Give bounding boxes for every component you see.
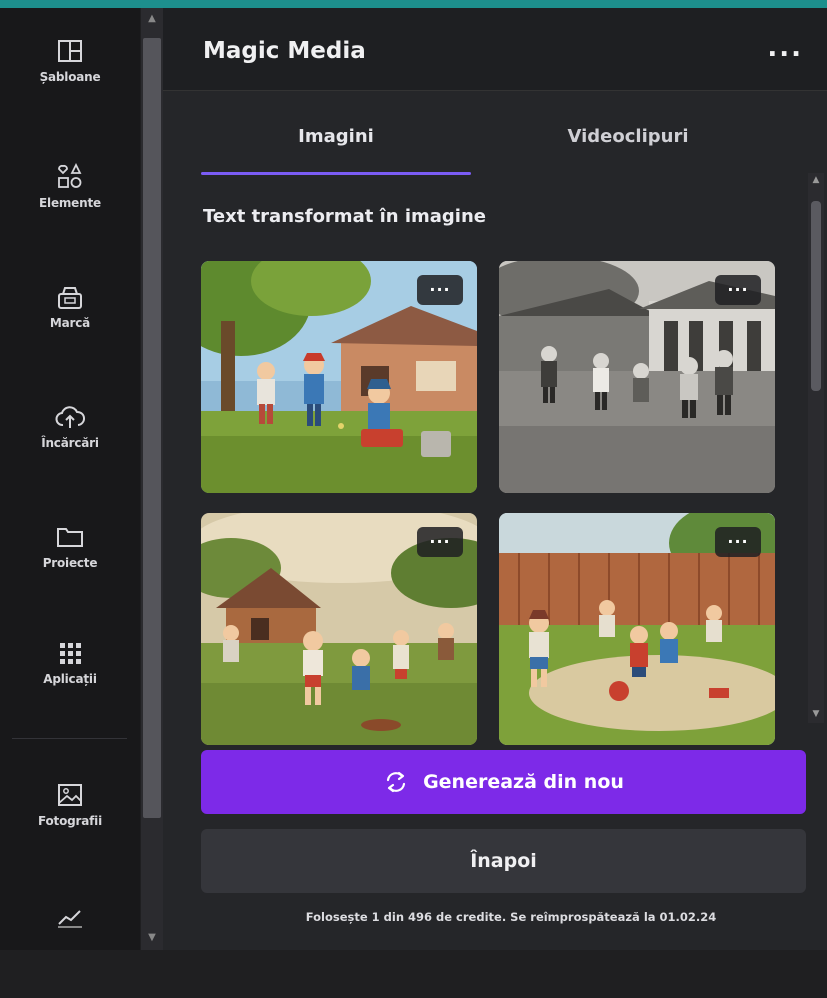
image-options-button[interactable]: ... bbox=[417, 275, 463, 305]
upload-cloud-icon bbox=[55, 406, 85, 428]
sidebar-item-label: Șabloane bbox=[39, 70, 101, 84]
regenerate-label: Generează din nou bbox=[423, 771, 624, 793]
sidebar-item-photos[interactable]: Fotografii bbox=[0, 778, 140, 878]
refresh-icon bbox=[386, 771, 406, 793]
photo-icon bbox=[58, 784, 82, 806]
tab-images[interactable]: Imagini bbox=[201, 126, 471, 147]
magic-media-panel: Magic Media ... Imagini Videoclipuri Tex… bbox=[163, 8, 827, 950]
results-scrollbar-thumb[interactable] bbox=[811, 201, 821, 391]
panel-header: Magic Media ... bbox=[163, 8, 827, 91]
sidebar-item-templates[interactable]: Șabloane bbox=[0, 34, 140, 134]
sidebar-item-uploads[interactable]: Încărcări bbox=[0, 400, 140, 500]
sidebar-item-apps[interactable]: Aplicații bbox=[0, 636, 140, 736]
elements-icon bbox=[58, 162, 82, 188]
scroll-up-arrow-icon[interactable]: ▲ bbox=[146, 14, 158, 24]
more-options-button[interactable]: ... bbox=[767, 35, 803, 61]
sidebar-item-label: Încărcări bbox=[41, 436, 99, 450]
generated-image-4[interactable]: ... bbox=[499, 513, 775, 745]
sidebar-divider bbox=[12, 738, 127, 739]
tab-videos[interactable]: Videoclipuri bbox=[493, 126, 763, 147]
folder-icon bbox=[57, 528, 83, 547]
section-title: Text transformat în imagine bbox=[203, 206, 486, 227]
image-options-button[interactable]: ... bbox=[715, 527, 761, 557]
brand-icon bbox=[58, 287, 82, 309]
scroll-down-arrow-icon[interactable]: ▼ bbox=[146, 933, 158, 943]
sidebar-item-charts[interactable] bbox=[0, 898, 140, 998]
image-options-button[interactable]: ... bbox=[715, 275, 761, 305]
sidebar-item-elements[interactable]: Elemente bbox=[0, 160, 140, 260]
sidebar-item-label: Proiecte bbox=[42, 556, 98, 570]
generated-image-2[interactable]: ... bbox=[499, 261, 775, 493]
chart-line-icon bbox=[58, 910, 82, 928]
results-scrollbar[interactable]: ▲ ▼ bbox=[808, 173, 824, 723]
back-button[interactable]: Înapoi bbox=[201, 829, 806, 893]
credits-info: Folosește 1 din 496 de credite. Se reîmp… bbox=[305, 910, 717, 924]
image-options-button[interactable]: ... bbox=[417, 527, 463, 557]
scroll-up-arrow-icon[interactable]: ▲ bbox=[810, 175, 822, 185]
generated-image-1[interactable]: ... bbox=[201, 261, 477, 493]
generated-image-3[interactable]: ... bbox=[201, 513, 477, 745]
sidebar-item-projects[interactable]: Proiecte bbox=[0, 520, 140, 620]
sidebar-scrollbar[interactable]: ▲ ▼ bbox=[141, 8, 163, 950]
sidebar-item-brand[interactable]: Marcă bbox=[0, 280, 140, 380]
regenerate-button[interactable]: Generează din nou bbox=[201, 750, 806, 814]
sidebar-item-label: Elemente bbox=[39, 196, 101, 210]
sidebar-item-label: Aplicații bbox=[43, 672, 97, 686]
templates-icon bbox=[58, 40, 82, 62]
sidebar-item-label: Fotografii bbox=[38, 814, 102, 828]
sidebar-scrollbar-thumb[interactable] bbox=[143, 38, 161, 818]
active-tab-indicator bbox=[201, 172, 471, 175]
apps-grid-icon bbox=[60, 643, 81, 664]
panel-title: Magic Media bbox=[203, 38, 366, 64]
sidebar-item-label: Marcă bbox=[49, 316, 91, 330]
scroll-down-arrow-icon[interactable]: ▼ bbox=[810, 709, 822, 719]
window-top-edge bbox=[0, 0, 827, 8]
sidebar: Șabloane Elemente Marcă Încărcări Proiec… bbox=[0, 8, 140, 950]
